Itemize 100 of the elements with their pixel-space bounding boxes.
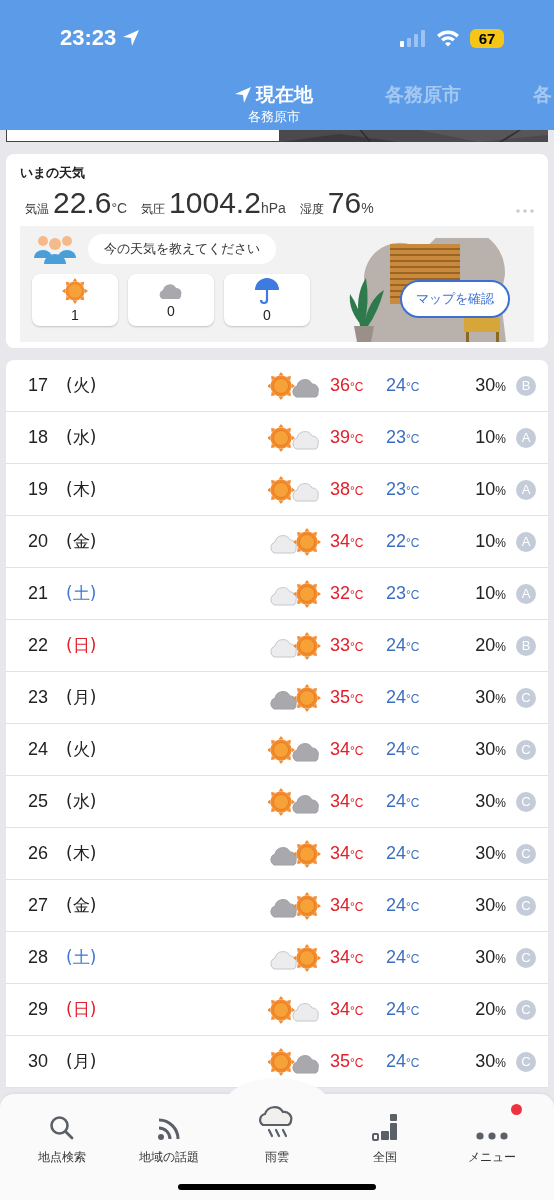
weekday: (火)	[66, 738, 98, 761]
reliability-badge: C	[516, 999, 536, 1020]
weather-vote-button[interactable]: 1	[32, 274, 118, 326]
low-temperature: 24°C	[386, 687, 421, 708]
weekday: (木)	[66, 478, 98, 501]
high-temperature: 35°C	[330, 687, 365, 708]
tab-bar-item[interactable]: メニュー	[438, 1094, 546, 1170]
weekday: (金)	[66, 530, 98, 553]
date: 27	[28, 895, 50, 916]
sun-and-cloud-icon	[268, 1046, 322, 1077]
precipitation-chance: 30%	[474, 843, 507, 864]
cloud-and-sun-icon	[268, 890, 322, 921]
low-temperature: 24°C	[386, 375, 421, 396]
tab-bar-item[interactable]: 地域の話題	[115, 1094, 224, 1170]
people-icon	[32, 234, 78, 264]
reliability-badge: C	[516, 895, 536, 916]
high-temperature: 34°C	[330, 791, 365, 812]
precipitation-chance: 20%	[474, 635, 507, 656]
high-temperature: 32°C	[330, 583, 365, 604]
reliability-badge: A	[516, 583, 536, 604]
speech-bubble: 今の天気を教えてください	[88, 234, 276, 264]
precipitation-chance: 30%	[474, 947, 507, 968]
weekday: (土)	[66, 582, 98, 605]
high-temperature: 34°C	[330, 895, 365, 916]
reading-label: 気温	[25, 201, 49, 218]
location-arrow-icon	[122, 29, 141, 47]
more-icon	[475, 1131, 510, 1141]
precipitation-chance: 30%	[474, 1051, 507, 1072]
low-temperature: 23°C	[386, 479, 421, 500]
high-temperature: 34°C	[330, 531, 365, 552]
high-temperature: 33°C	[330, 635, 365, 656]
precipitation-chance: 20%	[474, 999, 507, 1020]
date: 24	[28, 739, 50, 760]
weather-vote-button[interactable]: 0	[224, 274, 310, 326]
reading-value: 1004.2	[169, 186, 261, 220]
sun-and-cloud-icon	[268, 422, 322, 453]
low-temperature: 24°C	[386, 999, 421, 1020]
precipitation-chance: 30%	[474, 687, 507, 708]
weekday: (木)	[66, 842, 98, 865]
reliability-badge: C	[516, 791, 536, 812]
weekday: (日)	[66, 998, 98, 1021]
low-temperature: 23°C	[386, 583, 421, 604]
reliability-badge: A	[516, 427, 536, 448]
reading-unit: %	[361, 200, 374, 216]
high-temperature: 39°C	[330, 427, 365, 448]
date: 22	[28, 635, 50, 656]
tab-bar-item[interactable]: 全国	[330, 1094, 439, 1170]
precipitation-chance: 10%	[474, 583, 507, 604]
low-temperature: 24°C	[386, 947, 421, 968]
precipitation-chance: 30%	[474, 895, 507, 916]
precipitation-chance: 10%	[474, 427, 507, 448]
cloud-and-sun-icon	[268, 578, 322, 609]
low-temperature: 23°C	[386, 427, 421, 448]
reading-value: 76	[327, 186, 362, 220]
wifi-icon	[436, 29, 460, 47]
search-icon	[48, 1115, 75, 1141]
map-button[interactable]: マップを確認	[400, 280, 510, 318]
sun-and-cloud-icon	[268, 734, 322, 765]
weekday: (水)	[66, 790, 98, 813]
high-temperature: 34°C	[330, 999, 365, 1020]
feed-icon	[157, 1117, 182, 1141]
weather-vote-button[interactable]: 0	[128, 274, 214, 326]
reading-unit: hPa	[260, 200, 286, 216]
reading-label: 湿度	[299, 201, 324, 218]
tab-bar-item[interactable]: 地点検索	[8, 1094, 116, 1170]
reliability-badge: C	[516, 947, 536, 968]
precipitation-chance: 30%	[474, 375, 507, 396]
low-temperature: 24°C	[386, 739, 421, 760]
reliability-badge: B	[516, 375, 536, 396]
reliability-badge: C	[516, 687, 536, 708]
precipitation-chance: 30%	[474, 791, 507, 812]
date: 20	[28, 531, 50, 552]
high-temperature: 35°C	[330, 1051, 365, 1072]
more-icon[interactable]	[516, 209, 534, 213]
sun-and-cloud-icon	[268, 474, 322, 505]
low-temperature: 24°C	[386, 1051, 421, 1072]
date: 28	[28, 947, 50, 968]
sun-and-cloud-icon	[268, 994, 322, 1025]
low-temperature: 24°C	[386, 635, 421, 656]
date: 29	[28, 999, 50, 1020]
weekday: (土)	[66, 946, 98, 969]
high-temperature: 36°C	[330, 375, 365, 396]
cloud-icon	[159, 281, 183, 301]
location-arrow-icon	[234, 86, 252, 104]
date: 19	[28, 479, 50, 500]
reading-value: 22.6	[53, 186, 112, 220]
low-temperature: 24°C	[386, 895, 421, 916]
weekday: (月)	[66, 1050, 98, 1073]
battery-level: 67	[470, 28, 504, 48]
cloud-and-sun-icon	[268, 838, 322, 869]
low-temperature: 24°C	[386, 843, 421, 864]
cloud-and-sun-icon	[268, 526, 322, 557]
reliability-badge: C	[516, 1051, 536, 1072]
sun-and-cloud-icon	[268, 786, 322, 817]
date: 30	[28, 1051, 50, 1072]
blocks-icon	[370, 1113, 399, 1141]
precipitation-chance: 10%	[474, 531, 507, 552]
date: 25	[28, 791, 50, 812]
high-temperature: 34°C	[330, 947, 365, 968]
reading-label: 気圧	[141, 201, 166, 218]
